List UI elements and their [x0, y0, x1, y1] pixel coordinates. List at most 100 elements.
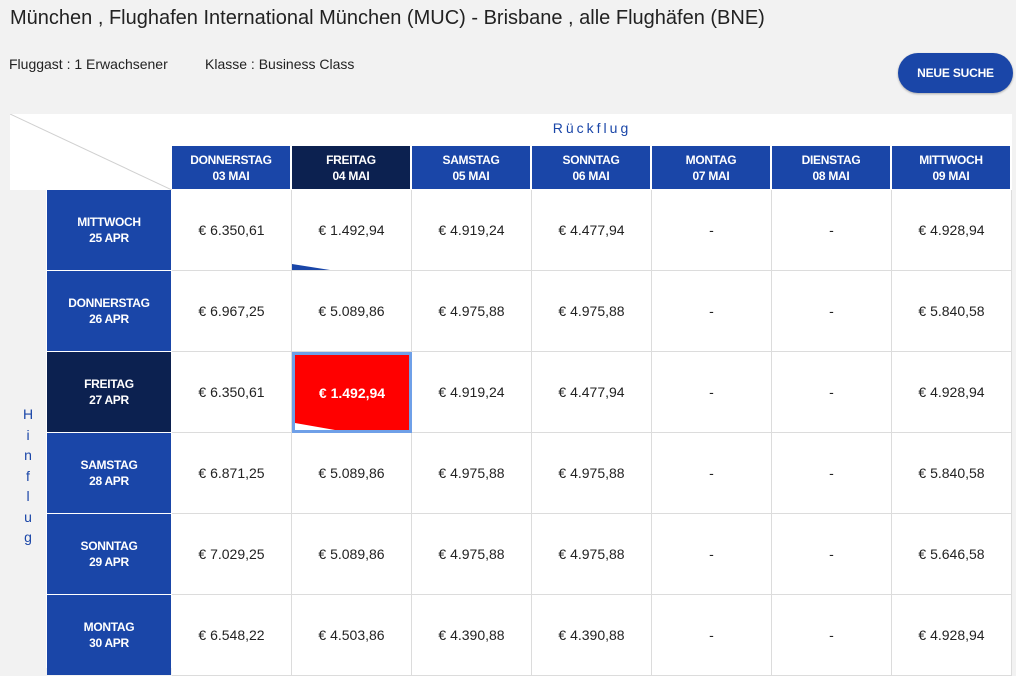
outbound-date-header[interactable]: SONNTAG 29 APR	[47, 514, 171, 594]
return-date-header[interactable]: MONTAG 07 MAI	[652, 146, 770, 189]
fare-cell[interactable]: € 5.089,86	[292, 433, 412, 514]
return-date-label: 06 MAI	[572, 168, 610, 183]
fare-price: € 4.975,88	[438, 303, 505, 319]
fare-price: € 1.492,94	[318, 384, 386, 401]
fare-matrix: Rückflug Hinflug DONNERSTAG 03 MAI FREITAG…	[10, 114, 1012, 676]
return-date-header[interactable]: SONNTAG 06 MAI	[532, 146, 650, 189]
fare-cell[interactable]: -	[772, 271, 892, 352]
fare-cell[interactable]: € 5.089,86	[292, 514, 412, 595]
fare-cell[interactable]: € 6.967,25	[172, 271, 292, 352]
outbound-date-header[interactable]: MONTAG 30 APR	[47, 595, 171, 675]
fare-cell[interactable]: -	[772, 352, 892, 433]
fare-price: -	[829, 222, 834, 238]
fare-price: € 7.029,25	[198, 546, 265, 562]
fare-cell[interactable]: € 1.492,94	[292, 190, 412, 271]
fare-cell[interactable]: -	[772, 433, 892, 514]
return-date-header[interactable]: FREITAG 04 MAI	[292, 146, 410, 189]
fare-price: € 4.919,24	[438, 384, 505, 400]
fare-cell[interactable]: -	[772, 595, 892, 676]
return-date-label: 04 MAI	[332, 168, 370, 183]
fare-price: € 6.548,22	[198, 627, 265, 643]
fare-price: -	[709, 546, 714, 562]
fare-price: € 1.492,94	[318, 222, 385, 238]
fare-price: -	[709, 303, 714, 319]
fare-cell[interactable]: -	[652, 271, 772, 352]
outbound-date-header[interactable]: FREITAG 27 APR	[47, 352, 171, 432]
fare-cell[interactable]: -	[652, 595, 772, 676]
fare-cell[interactable]: € 4.975,88	[412, 514, 532, 595]
fare-cell[interactable]: € 4.919,24	[412, 190, 532, 271]
fare-price: € 4.975,88	[558, 546, 625, 562]
fare-cell[interactable]: € 4.928,94	[892, 595, 1012, 676]
fare-cell[interactable]: -	[652, 514, 772, 595]
fare-price: € 5.089,86	[318, 465, 385, 481]
fare-cell[interactable]: € 6.871,25	[172, 433, 292, 514]
fare-cell[interactable]: € 4.975,88	[532, 433, 652, 514]
fare-cell[interactable]: € 4.928,94	[892, 190, 1012, 271]
fare-price: -	[709, 384, 714, 400]
fare-cell[interactable]: € 4.975,88	[532, 514, 652, 595]
fare-cell[interactable]: -	[652, 190, 772, 271]
fare-cell[interactable]: € 4.928,94	[892, 352, 1012, 433]
fare-price: € 4.975,88	[438, 465, 505, 481]
return-date-header[interactable]: DONNERSTAG 03 MAI	[172, 146, 290, 189]
fare-cell[interactable]: € 4.503,86	[292, 595, 412, 676]
fare-cell[interactable]: € 4.975,88	[412, 433, 532, 514]
page-title: München , Flughafen International Münche…	[10, 7, 765, 29]
fare-price: € 4.975,88	[558, 303, 625, 319]
fare-cell[interactable]: € 4.975,88	[412, 271, 532, 352]
fare-cell[interactable]: € 5.840,58	[892, 433, 1012, 514]
passenger-info: Fluggast : 1 Erwachsener	[9, 56, 168, 72]
return-date-label: 07 MAI	[692, 168, 730, 183]
return-date-header[interactable]: MITTWOCH 09 MAI	[892, 146, 1010, 189]
return-day-label: FREITAG	[326, 152, 376, 167]
outbound-label-letter: u	[24, 508, 32, 525]
fare-price: € 6.350,61	[198, 222, 265, 238]
fare-price: -	[829, 465, 834, 481]
fare-cell[interactable]: -	[772, 190, 892, 271]
fare-price: -	[829, 303, 834, 319]
fare-price: -	[709, 627, 714, 643]
fare-price: € 4.919,24	[438, 222, 505, 238]
outbound-label-letter: f	[26, 467, 30, 484]
fare-cell[interactable]: € 6.350,61	[172, 190, 292, 271]
return-day-label: MONTAG	[685, 152, 737, 167]
return-date-label: 03 MAI	[212, 168, 250, 183]
fare-cell[interactable]: € 6.548,22	[172, 595, 292, 676]
selected-fare-cell[interactable]: € 1.492,94	[292, 352, 412, 433]
fare-cell[interactable]: € 6.350,61	[172, 352, 292, 433]
return-date-label: 05 MAI	[452, 168, 490, 183]
return-date-header[interactable]: DIENSTAG 08 MAI	[772, 146, 890, 189]
outbound-date-header[interactable]: MITTWOCH 25 APR	[47, 190, 171, 270]
fare-cell[interactable]: € 7.029,25	[172, 514, 292, 595]
fare-cell[interactable]: € 4.975,88	[532, 271, 652, 352]
outbound-date-header[interactable]: DONNERSTAG 26 APR	[47, 271, 171, 351]
outbound-day-label: MITTWOCH	[77, 215, 141, 229]
fare-price: € 4.975,88	[438, 546, 505, 562]
fare-price: € 6.871,25	[198, 465, 265, 481]
fare-cell[interactable]: € 4.919,24	[412, 352, 532, 433]
fare-cell[interactable]: € 5.646,58	[892, 514, 1012, 595]
fare-cell[interactable]: € 5.089,86	[292, 271, 412, 352]
fare-cell[interactable]: € 5.840,58	[892, 271, 1012, 352]
fare-price: € 5.089,86	[318, 303, 385, 319]
outbound-label-letter: l	[26, 488, 30, 504]
fare-cell[interactable]: -	[652, 433, 772, 514]
class-info: Klasse : Business Class	[205, 56, 355, 72]
new-search-button[interactable]: NEUE SUCHE	[898, 53, 1013, 93]
return-date-header[interactable]: SAMSTAG 05 MAI	[412, 146, 530, 189]
fare-cell[interactable]: € 4.390,88	[532, 595, 652, 676]
fare-price: € 4.477,94	[558, 384, 625, 400]
outbound-date-header[interactable]: SAMSTAG 28 APR	[47, 433, 171, 513]
fare-price: € 5.840,58	[918, 303, 985, 319]
fare-cell[interactable]: -	[772, 514, 892, 595]
return-day-label: MITTWOCH	[919, 152, 983, 167]
fare-price: € 4.390,88	[558, 627, 625, 643]
fare-cell[interactable]: € 4.390,88	[412, 595, 532, 676]
fare-cell[interactable]: -	[652, 352, 772, 433]
outbound-flight-label: Hinflug	[10, 404, 46, 548]
fare-cell[interactable]: € 4.477,94	[532, 190, 652, 271]
fare-price: € 4.390,88	[438, 627, 505, 643]
fare-price: € 4.975,88	[558, 465, 625, 481]
fare-cell[interactable]: € 4.477,94	[532, 352, 652, 433]
